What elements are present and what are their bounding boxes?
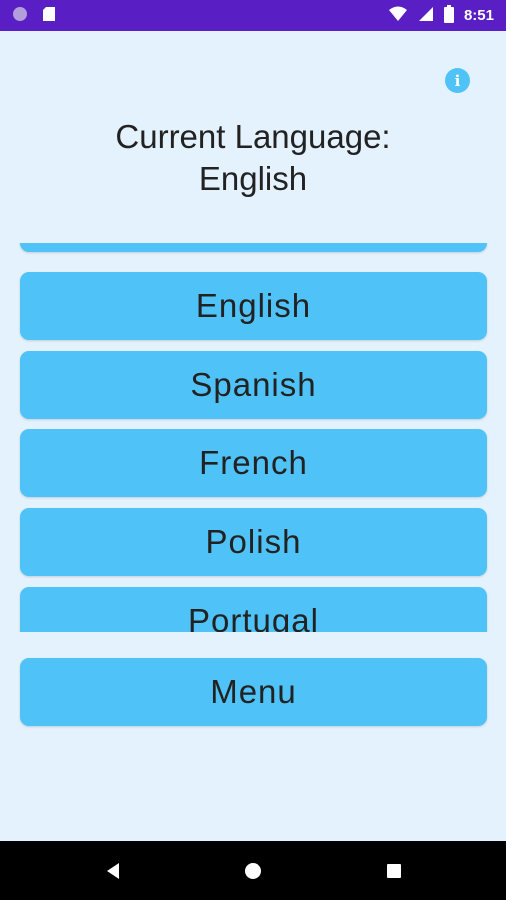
signal-icon	[418, 6, 434, 26]
language-button-polish[interactable]: Polish	[20, 508, 487, 576]
title-line-2: English	[198, 160, 308, 197]
language-button-french[interactable]: French	[20, 429, 487, 497]
info-icon[interactable]: i	[445, 68, 470, 93]
app-content: i Current Language: English English Span…	[0, 31, 506, 841]
menu-button[interactable]: Menu	[20, 658, 487, 726]
battery-icon	[443, 4, 454, 27]
page-title: Current Language: English	[0, 116, 506, 200]
language-button-english[interactable]: English	[20, 272, 487, 340]
status-bar: 8:51	[0, 0, 506, 31]
language-list[interactable]: English Spanish French Polish Portugal	[0, 243, 506, 632]
language-button-partial[interactable]	[20, 243, 487, 252]
back-icon[interactable]	[103, 861, 123, 881]
recents-icon[interactable]	[384, 861, 404, 881]
circle-icon	[12, 6, 28, 26]
navigation-bar	[0, 841, 506, 900]
home-icon[interactable]	[243, 861, 263, 881]
language-button-spanish[interactable]: Spanish	[20, 351, 487, 419]
sd-card-icon	[42, 6, 56, 26]
language-button-portugal[interactable]: Portugal	[20, 587, 487, 632]
title-line-1: Current Language:	[115, 118, 391, 155]
status-time: 8:51	[463, 7, 494, 24]
wifi-icon	[388, 6, 408, 26]
